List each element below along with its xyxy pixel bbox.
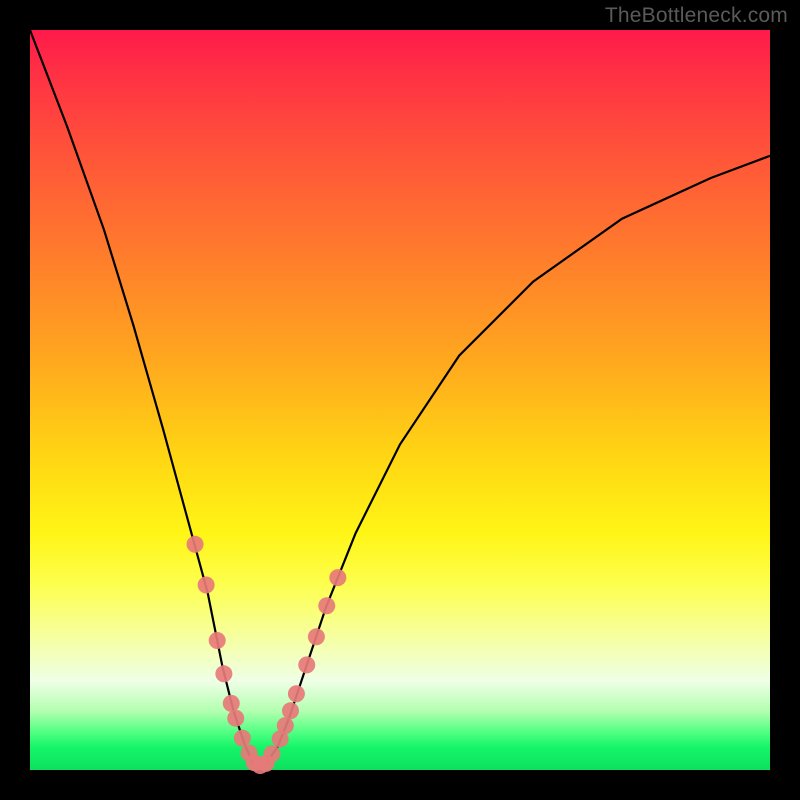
marker-point	[263, 745, 280, 762]
chart-svg	[30, 30, 770, 770]
marker-point	[227, 710, 244, 727]
marker-group	[187, 536, 347, 774]
plot-area	[30, 30, 770, 770]
marker-point	[187, 536, 204, 553]
marker-point	[288, 685, 305, 702]
marker-point	[282, 702, 299, 719]
marker-point	[298, 656, 315, 673]
marker-point	[215, 665, 232, 682]
marker-point	[308, 628, 325, 645]
outer-frame: TheBottleneck.com	[0, 0, 800, 800]
marker-point	[234, 730, 251, 747]
watermark-text: TheBottleneck.com	[605, 4, 788, 28]
bottleneck-curve	[30, 30, 770, 766]
marker-point	[329, 569, 346, 586]
marker-point	[223, 695, 240, 712]
marker-point	[318, 597, 335, 614]
marker-point	[277, 717, 294, 734]
marker-point	[209, 632, 226, 649]
marker-point	[198, 577, 215, 594]
